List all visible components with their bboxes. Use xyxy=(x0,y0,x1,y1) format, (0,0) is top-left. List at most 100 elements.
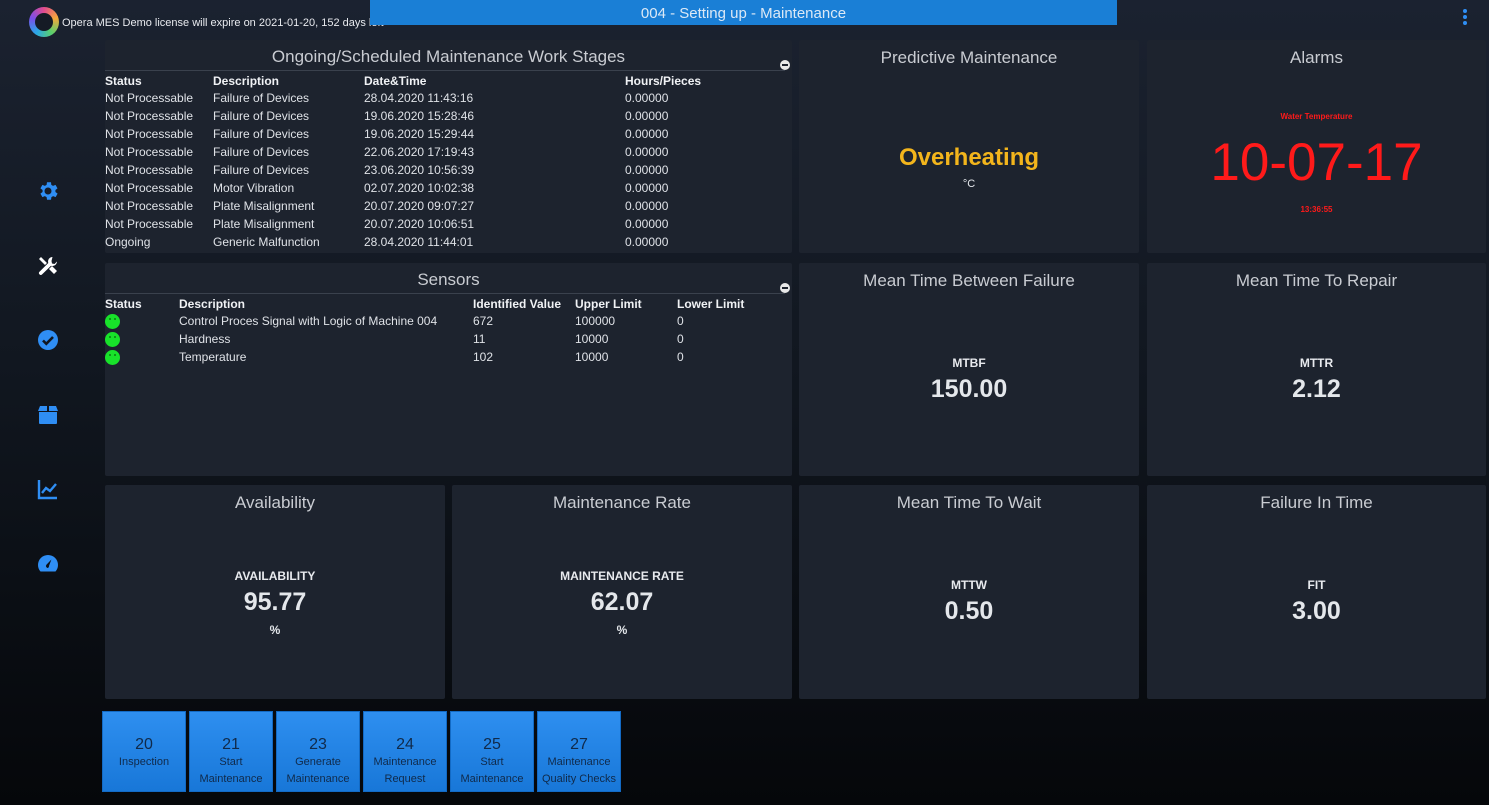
action-button[interactable]: 24 Maintenance Request xyxy=(363,711,447,792)
collapse-icon[interactable] xyxy=(780,60,790,70)
table-row[interactable]: Ongoing Generic Malfunction 28.04.2020 11:… xyxy=(105,233,792,251)
sensors-table: Status Description Identified Value Upper L… xyxy=(105,295,792,366)
column-header[interactable]: Status xyxy=(105,295,179,312)
more-options-icon[interactable] xyxy=(1463,9,1467,27)
action-button[interactable]: 20 Inspection xyxy=(102,711,186,792)
action-label: Maintenance xyxy=(547,756,611,768)
check-circle-icon[interactable] xyxy=(36,328,60,352)
table-cell: Not Processable xyxy=(105,91,194,105)
table-cell: 0.00000 xyxy=(625,199,669,213)
table-cell: 0.00000 xyxy=(625,127,669,141)
table-cell: 0 xyxy=(677,314,684,328)
mttr-title: Mean Time To Repair xyxy=(1235,271,1398,290)
status-cell xyxy=(105,312,179,330)
action-button[interactable]: 23 Generate Maintenance xyxy=(276,711,360,792)
column-header[interactable]: Description xyxy=(213,72,364,89)
table-row[interactable]: Not Processable Failure of Devices 22.06.2… xyxy=(105,143,792,161)
table-cell: 100000 xyxy=(575,314,616,328)
mttr-value: 2.12 xyxy=(1292,375,1341,403)
mttw-panel: Mean Time To Wait MTTW 0.50 xyxy=(799,485,1139,699)
table-cell: 0.00000 xyxy=(625,163,669,177)
speedometer-icon[interactable] xyxy=(36,552,60,576)
table-row[interactable]: Not Processable Motor Vibration 02.07.2020… xyxy=(105,179,792,197)
maintenance-rate-unit: % xyxy=(616,623,628,637)
table-cell: Not Processable xyxy=(105,199,194,213)
work-stages-title: Ongoing/Scheduled Maintenance Work Stage… xyxy=(271,47,626,66)
maintenance-rate-label: MAINTENANCE RATE xyxy=(560,569,684,583)
fit-value: 3.00 xyxy=(1292,597,1341,625)
table-row[interactable]: Control Proces Signal with Logic of Mach… xyxy=(105,312,792,330)
table-cell: Not Processable xyxy=(105,217,194,231)
action-button[interactable]: 25 Start Maintenance xyxy=(450,711,534,792)
smiley-status-icon xyxy=(105,313,120,329)
table-cell: Control Proces Signal with Logic of Mach… xyxy=(179,314,438,328)
table-cell: 28.04.2020 11:44:01 xyxy=(364,235,474,249)
gear-icon[interactable] xyxy=(36,179,60,203)
action-button[interactable]: 21 Start Maintenance xyxy=(189,711,273,792)
table-cell: 0.00000 xyxy=(625,91,669,105)
action-button[interactable]: 27 Maintenance Quality Checks xyxy=(537,711,621,792)
action-label: Maintenance xyxy=(199,773,263,785)
table-cell: Not Processable xyxy=(105,145,194,159)
action-number: 27 xyxy=(570,736,588,753)
predictive-title: Predictive Maintenance xyxy=(880,48,1058,67)
mttr-label: MTTR xyxy=(1299,356,1334,370)
table-cell: Not Processable xyxy=(105,109,194,123)
table-row[interactable]: Hardness 11 10000 0 xyxy=(105,330,792,348)
table-row[interactable]: Not Processable Plate Misalignment 20.07.2… xyxy=(105,197,792,215)
maintenance-rate-panel: Maintenance Rate MAINTENANCE RATE 62.07 … xyxy=(452,485,792,699)
table-cell: 0.00000 xyxy=(625,145,669,159)
fit-label: FIT xyxy=(1307,578,1326,592)
column-header[interactable]: Identified Value xyxy=(473,295,575,312)
mttw-title: Mean Time To Wait xyxy=(896,493,1042,512)
table-cell: Plate Misalignment xyxy=(213,217,315,231)
mttr-panel: Mean Time To Repair MTTR 2.12 xyxy=(1147,263,1486,476)
table-row[interactable]: Not Processable Failure of Devices 19.06.2… xyxy=(105,125,792,143)
availability-label: AVAILABILITY xyxy=(234,569,316,583)
table-cell: Plate Misalignment xyxy=(213,199,315,213)
table-row[interactable]: Not Processable Plate Misalignment 20.07.2… xyxy=(105,215,792,233)
table-cell: Not Processable xyxy=(105,163,194,177)
license-notice: Opera MES Demo license will expire on 20… xyxy=(62,17,384,29)
availability-unit: % xyxy=(269,623,281,637)
availability-title: Availability xyxy=(234,493,315,512)
table-cell: 02.07.2020 10:02:38 xyxy=(364,181,475,195)
table-cell: 0.00000 xyxy=(625,109,669,123)
chart-line-icon[interactable] xyxy=(36,477,60,501)
column-header[interactable]: Date&Time xyxy=(364,72,625,89)
tools-icon[interactable] xyxy=(36,254,60,278)
column-header[interactable]: Status xyxy=(105,72,213,89)
table-cell: 0.00000 xyxy=(625,181,669,195)
predictive-unit: °C xyxy=(962,178,976,190)
table-cell: 672 xyxy=(473,314,494,328)
alarm-time: 13:36:55 xyxy=(1300,205,1333,214)
status-cell xyxy=(105,330,179,348)
collapse-icon[interactable] xyxy=(780,283,790,293)
table-cell: Failure of Devices xyxy=(213,127,310,141)
column-header[interactable]: Upper Limit xyxy=(575,295,677,312)
alarms-title: Alarms xyxy=(1290,48,1343,67)
table-row[interactable]: Not Processable Failure of Devices 19.06.2… xyxy=(105,107,792,125)
table-header-row: Status Description Date&Time Hours/Pieces xyxy=(105,72,792,89)
action-number: 21 xyxy=(222,736,240,753)
column-header[interactable]: Description xyxy=(179,295,473,312)
action-label: Maintenance xyxy=(286,773,350,785)
table-cell: Generic Malfunction xyxy=(213,235,320,249)
table-cell: Failure of Devices xyxy=(213,145,310,159)
table-cell: Ongoing xyxy=(105,235,151,249)
table-row[interactable]: Not Processable Failure of Devices 28.04.2… xyxy=(105,89,792,107)
table-cell: Not Processable xyxy=(105,181,194,195)
table-row[interactable]: Temperature 102 10000 0 xyxy=(105,348,792,366)
column-header[interactable]: Lower Limit xyxy=(677,295,792,312)
page-title[interactable]: 004 - Setting up - Maintenance xyxy=(370,0,1117,25)
table-cell: 0 xyxy=(677,332,684,346)
opera-mes-logo xyxy=(29,7,59,37)
action-label: Maintenance xyxy=(373,756,437,768)
predictive-status: Overheating xyxy=(898,144,1040,171)
column-header[interactable]: Hours/Pieces xyxy=(625,72,792,89)
smiley-status-icon xyxy=(105,349,120,365)
action-label: Start xyxy=(219,756,243,768)
table-row[interactable]: Not Processable Failure of Devices 23.06.2… xyxy=(105,161,792,179)
box-icon[interactable] xyxy=(36,403,60,427)
availability-panel: Availability AVAILABILITY 95.77 % xyxy=(105,485,445,699)
